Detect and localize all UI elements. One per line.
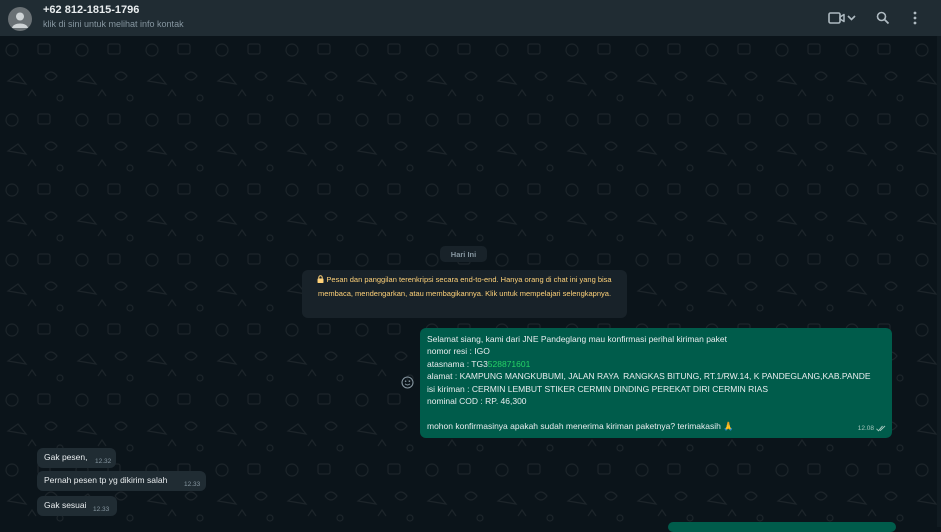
contact-name[interactable]: +62 812-1815-1796 bbox=[43, 4, 139, 16]
message-meta: 12.08 bbox=[858, 423, 886, 435]
message-line: nominal COD : RP. 46,300 bbox=[427, 396, 527, 407]
message-time: 12.08 bbox=[857, 424, 874, 432]
outgoing-message-partial[interactable] bbox=[668, 522, 896, 532]
message-time: 12.33 bbox=[93, 506, 110, 513]
react-emoji-button[interactable] bbox=[401, 376, 414, 389]
lock-icon bbox=[317, 275, 324, 283]
smiley-icon bbox=[401, 376, 414, 389]
video-call-icon bbox=[828, 12, 845, 24]
avatar-person-icon bbox=[12, 12, 28, 28]
message-line: isi kiriman : CERMIN LEMBUT STIKER CERMI… bbox=[427, 383, 768, 394]
avatar[interactable] bbox=[8, 7, 32, 31]
date-divider: Hari Ini bbox=[440, 246, 487, 262]
double-check-icon bbox=[876, 425, 886, 432]
message-text: Pernah pesen tp yg dikirim salah bbox=[44, 475, 168, 485]
message-text: Gak sesuai bbox=[44, 500, 87, 510]
message-line: atasnama : TG3528871601 bbox=[427, 358, 885, 370]
message-time: 12.32 bbox=[95, 458, 112, 465]
outgoing-message[interactable]: Selamat siang, kami dari JNE Pandeglang … bbox=[420, 328, 892, 438]
recipient-prefix: atasnama : TG3 bbox=[427, 358, 488, 369]
video-call-button[interactable] bbox=[826, 9, 860, 27]
highlighted-number[interactable]: 528871601 bbox=[488, 359, 531, 369]
encryption-notice[interactable]: Pesan dan panggilan terenkripsi secara e… bbox=[302, 270, 627, 318]
incoming-message[interactable]: Gak pesen, 12.32 bbox=[37, 448, 116, 468]
search-icon bbox=[876, 11, 890, 25]
message-line: Selamat siang, kami dari JNE Pandeglang … bbox=[427, 334, 728, 344]
message-line: nomor resi : IGO bbox=[427, 346, 490, 357]
search-button[interactable] bbox=[874, 9, 892, 27]
menu-button[interactable] bbox=[908, 9, 922, 27]
scrollbar[interactable] bbox=[937, 36, 941, 527]
incoming-message[interactable]: Pernah pesen tp yg dikirim salah 12.33 bbox=[37, 471, 206, 491]
incoming-message[interactable]: Gak sesuai 12.33 bbox=[37, 496, 117, 516]
chat-header: +62 812-1815-1796 klik di sini untuk mel… bbox=[0, 0, 941, 36]
menu-kebab-icon bbox=[913, 11, 917, 25]
contact-info-hint[interactable]: klik di sini untuk melihat info kontak bbox=[43, 19, 184, 29]
message-line: mohon konfirmasinya apakah sudah menerim… bbox=[427, 420, 734, 431]
message-time: 12.33 bbox=[184, 481, 201, 488]
chevron-down-icon bbox=[847, 15, 856, 21]
encryption-notice-text: Pesan dan panggilan terenkripsi secara e… bbox=[317, 275, 612, 298]
message-line: alamat : KAMPUNG MANGKUBUMI, JALAN RAYA … bbox=[427, 371, 871, 382]
message-text: Gak pesen, bbox=[44, 452, 88, 462]
message-line-blank bbox=[427, 407, 885, 419]
